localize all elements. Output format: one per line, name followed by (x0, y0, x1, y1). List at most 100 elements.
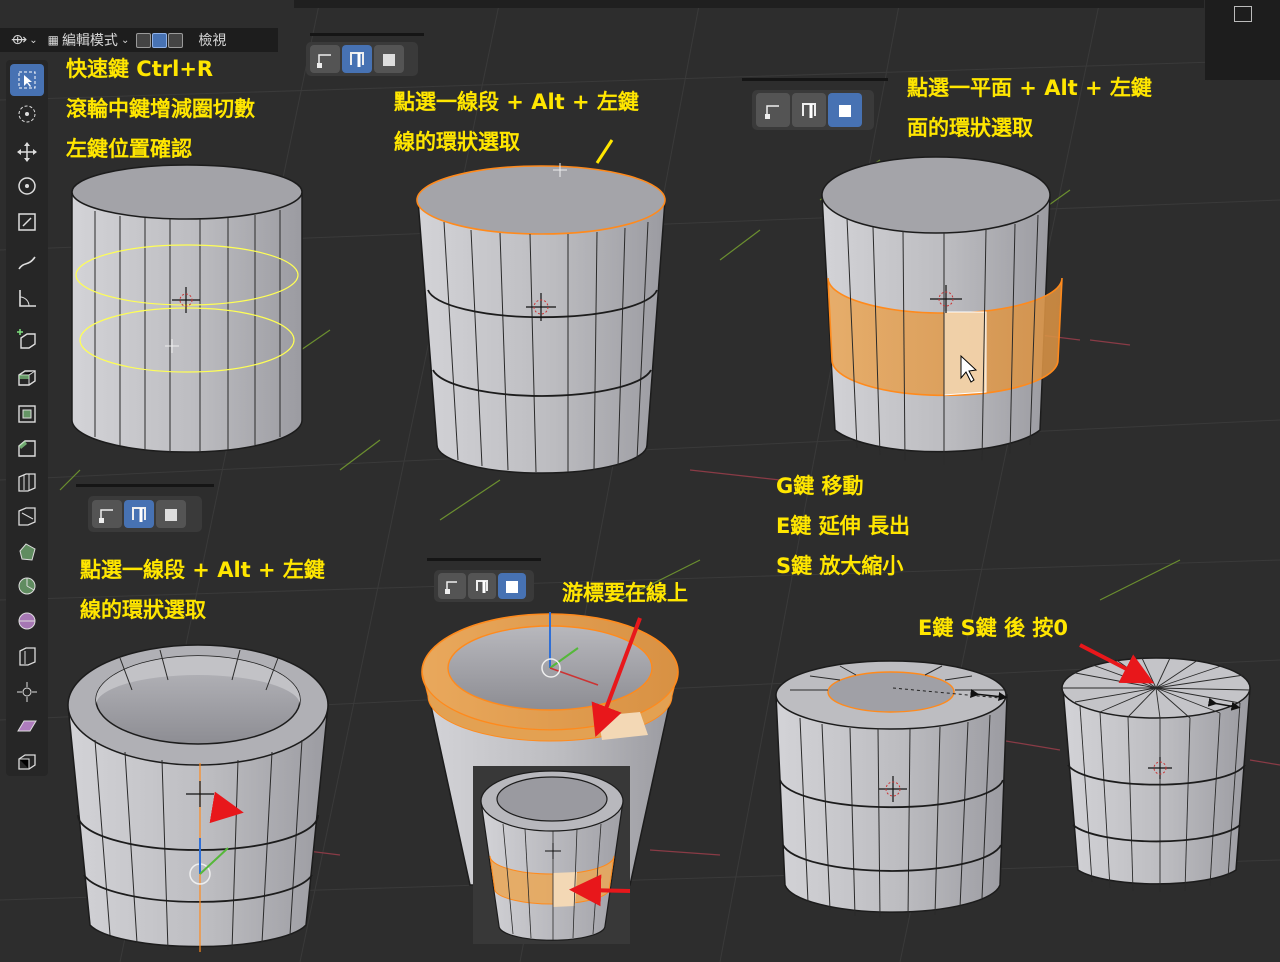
label-line: G鍵 移動 (776, 474, 864, 498)
cursor-tool[interactable] (10, 98, 44, 130)
tool-shelf (6, 60, 48, 776)
cup-edge-loop[interactable] (67, 644, 329, 952)
rotate-tool[interactable] (10, 170, 44, 202)
cylinder-edge-loop[interactable] (416, 139, 666, 474)
annotate-tool[interactable] (10, 246, 44, 278)
cylinder-face-loop[interactable] (821, 156, 1063, 465)
label-cursor-on-edge: 游標要在線上 (562, 573, 688, 613)
vertex-select-icon[interactable] (756, 93, 790, 127)
edge-slide-tool[interactable] (10, 640, 44, 672)
edge-select-icon[interactable] (152, 32, 168, 48)
label-line: S鍵 放大縮小 (776, 554, 904, 578)
bevel-tool[interactable] (10, 432, 44, 464)
mode-dropdown[interactable]: ▦ 編輯模式 ⌄ (45, 30, 133, 50)
rip-tool[interactable] (10, 746, 44, 778)
rip-icon (18, 754, 36, 770)
edge-select-icon[interactable] (468, 573, 496, 599)
shrink-fatten-icon (17, 682, 37, 702)
add-cube-tool[interactable] (10, 324, 44, 356)
label-line: 滾輪中鍵增減圈切數 (66, 97, 255, 121)
label-line: 線的環狀選取 (394, 130, 520, 154)
label-edge-loop-2: 點選一線段 + Alt + 左鍵 線的環狀選取 (80, 550, 325, 630)
spin-icon (18, 577, 36, 595)
3d-viewport[interactable]: ⟴ ⌄ ▦ 編輯模式 ⌄ 檢視 快速鍵 Ctrl+R 滾輪中鍵增減圈切數 左鍵位… (0, 0, 1280, 962)
overlay-divider (742, 78, 888, 81)
overlay-divider (427, 558, 541, 561)
edit-mode-icon: ▦ (47, 33, 59, 47)
shear-tool[interactable] (10, 710, 44, 742)
overlay-divider (310, 33, 424, 36)
smooth-icon (18, 612, 36, 630)
loop-cut-tool[interactable] (10, 466, 44, 498)
cylinder-merged-top[interactable] (1061, 643, 1251, 892)
label-line: 快速鍵 Ctrl+R (66, 57, 214, 81)
label-merge-tip: E鍵 S鍵 後 按0 (918, 608, 1068, 648)
vertex-select-icon[interactable] (438, 573, 466, 599)
annotate-icon (18, 256, 36, 270)
overlay-divider (76, 484, 214, 487)
label-line: E鍵 延伸 長出 (776, 514, 910, 538)
label-line: 左鍵位置確認 (66, 137, 192, 161)
extrude-tool[interactable] (10, 362, 44, 394)
spin-tool[interactable] (10, 570, 44, 602)
select-box-tool[interactable] (10, 64, 44, 96)
select-mode-overlay-4 (434, 570, 534, 602)
chevron-down-icon: ⌄ (29, 34, 38, 46)
inset-tool[interactable] (10, 398, 44, 430)
mode-label: 編輯模式 (61, 33, 118, 49)
vertex-select-icon[interactable] (92, 500, 122, 528)
vertex-select-icon[interactable] (310, 45, 340, 73)
extrude-icon (18, 370, 36, 386)
label-line: 線的環狀選取 (80, 598, 206, 622)
transform-pivot-button[interactable]: ⟴ ⌄ (8, 30, 41, 50)
move-icon (17, 142, 37, 162)
select-mode-group (136, 32, 184, 48)
label-line: E鍵 S鍵 後 按0 (918, 616, 1069, 640)
measure-tool[interactable] (10, 282, 44, 314)
face-select-icon[interactable] (828, 93, 862, 127)
knife-tool[interactable] (10, 500, 44, 532)
chevron-down-icon: ⌄ (120, 34, 130, 46)
label-line: 點選一線段 + Alt + 左鍵 (80, 558, 325, 582)
edge-select-icon[interactable] (124, 500, 154, 528)
transform-pivot-icon: ⟴ (11, 32, 28, 48)
bevel-icon (18, 440, 36, 457)
label-line: 游標要在線上 (562, 581, 688, 605)
inset-cup (480, 770, 677, 941)
smooth-tool[interactable] (10, 604, 44, 636)
select-mode-overlay-3 (88, 496, 202, 532)
inset-preview (473, 766, 677, 944)
view-menu[interactable]: 檢視 (195, 30, 229, 50)
add-cube-icon (17, 329, 36, 349)
cylinder-extruded-ring[interactable] (775, 660, 1008, 919)
select-box-icon (18, 71, 36, 89)
label-shortcuts: G鍵 移動 E鍵 延伸 長出 S鍵 放大縮小 (776, 466, 910, 586)
shear-icon (17, 720, 37, 732)
select-mode-overlay-1 (306, 42, 418, 76)
cursor-icon (18, 105, 36, 123)
shrink-fatten-tool[interactable] (10, 676, 44, 708)
scale-tool[interactable] (10, 206, 44, 238)
measure-icon (19, 290, 36, 307)
label-line: 面的環狀選取 (907, 116, 1033, 140)
edge-slide-icon (19, 647, 36, 666)
move-tool[interactable] (10, 136, 44, 168)
select-mode-overlay-2 (752, 90, 874, 130)
label-line: 點選一平面 + Alt + 左鍵 (907, 76, 1152, 100)
knife-icon (18, 507, 36, 526)
label-loop-cut: 快速鍵 Ctrl+R 滾輪中鍵增減圈切數 左鍵位置確認 (66, 49, 255, 169)
vertex-select-icon[interactable] (136, 32, 152, 48)
face-select-icon[interactable] (374, 45, 404, 73)
poly-build-icon (19, 543, 36, 561)
inset-faces-icon (18, 405, 36, 423)
label-face-loop: 點選一平面 + Alt + 左鍵 面的環狀選取 (907, 68, 1152, 148)
scale-icon (18, 213, 36, 231)
label-edge-loop-1: 點選一線段 + Alt + 左鍵 線的環狀選取 (394, 82, 639, 162)
face-select-icon[interactable] (168, 32, 184, 48)
edge-select-icon[interactable] (792, 93, 826, 127)
cylinder-loop-cut[interactable] (71, 164, 303, 453)
face-select-icon[interactable] (156, 500, 186, 528)
edge-select-icon[interactable] (342, 45, 372, 73)
poly-build-tool[interactable] (10, 536, 44, 568)
face-select-icon[interactable] (498, 573, 526, 599)
